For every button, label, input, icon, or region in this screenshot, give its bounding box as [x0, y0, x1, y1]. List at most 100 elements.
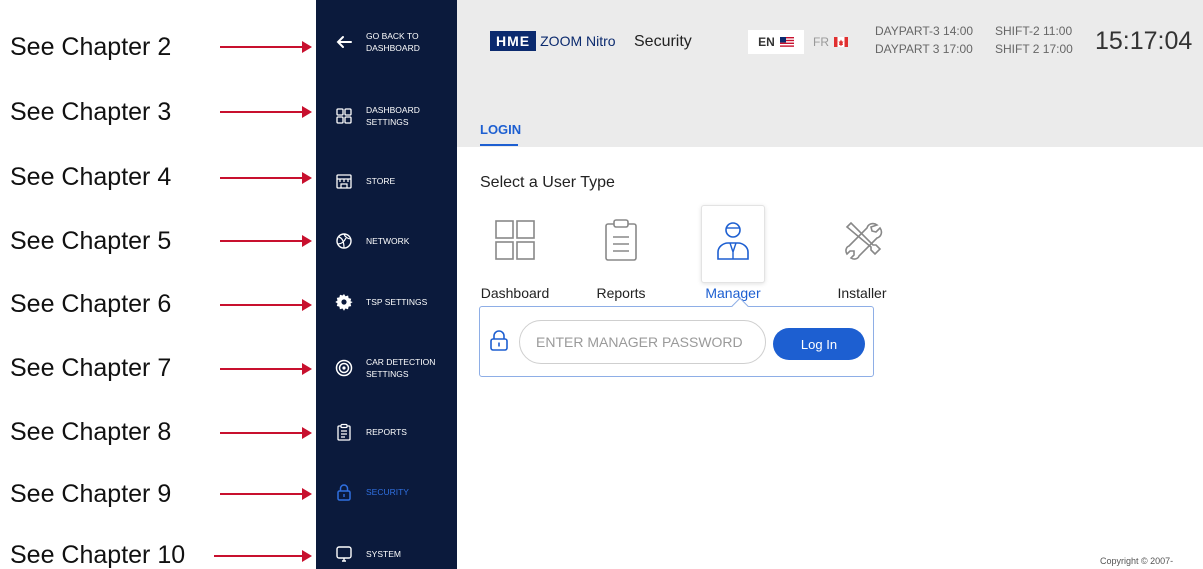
product-name: ZOOM Nitro: [540, 33, 616, 49]
sidebar-item-label: REPORTS: [366, 427, 407, 437]
user-type-label: Manager: [705, 285, 761, 301]
daypart-current: DAYPART-3 14:00: [875, 24, 974, 38]
language-fr-label: FR: [813, 35, 829, 49]
sidebar-item-system[interactable]: SYSTEM: [316, 534, 457, 569]
callout-label: See Chapter 6: [10, 289, 172, 318]
login-button[interactable]: Log In: [773, 328, 865, 360]
callout-arrow: [302, 172, 312, 184]
callout-arrow: [302, 427, 312, 439]
callout-line: [220, 240, 303, 242]
daypart-next: DAYPART 3 17:00: [875, 42, 973, 56]
sidebar: GO BACK TO DASHBOARD DASHBOARD SETTINGS …: [316, 0, 457, 569]
callout-chapter-5: See Chapter 5: [10, 226, 171, 256]
tab-active-indicator: [480, 144, 518, 146]
tab-login[interactable]: LOGIN: [480, 122, 521, 137]
sidebar-item-label: STORE: [366, 176, 396, 186]
main-content: HME ZOOM Nitro Security EN FR DAYPART-3 …: [457, 0, 1203, 569]
us-flag-icon: [779, 37, 794, 47]
globe-icon: [334, 231, 354, 251]
user-type-label: Dashboard: [480, 285, 550, 301]
sidebar-item-dashboard-settings[interactable]: DASHBOARD SETTINGS: [316, 96, 457, 136]
lock-icon: [334, 482, 354, 502]
section-title: Select a User Type: [480, 174, 615, 191]
user-type-reports[interactable]: Reports: [571, 205, 671, 305]
brand: HME ZOOM Nitro: [490, 31, 616, 51]
manager-login-panel: Log In: [479, 297, 874, 377]
sidebar-item-label: CAR DETECTION SETTINGS: [366, 357, 436, 379]
sidebar-item-network[interactable]: NETWORK: [316, 221, 457, 261]
language-en-button[interactable]: EN: [748, 30, 804, 54]
callout-chapter-8: See Chapter 8: [10, 417, 171, 447]
tools-icon: [839, 217, 885, 263]
user-type-label: Reports: [596, 285, 646, 301]
callout-chapter-9: See Chapter 9: [10, 479, 171, 509]
user-type-dashboard[interactable]: Dashboard: [465, 205, 565, 305]
callout-chapter-6: See Chapter 6: [10, 289, 171, 319]
callout-chapter-7: See Chapter 7: [10, 353, 171, 383]
gear-icon: [334, 292, 354, 312]
grid-icon: [334, 106, 354, 126]
user-type-label: Installer: [837, 285, 887, 301]
callout-arrow: [302, 550, 312, 562]
user-type-manager[interactable]: Manager: [683, 205, 783, 305]
shift-schedule: SHIFT-2 11:00 SHIFT 2 17:00: [995, 22, 1073, 58]
language-fr-button[interactable]: FR: [813, 30, 853, 54]
canada-flag-icon: [834, 37, 848, 47]
user-type-installer[interactable]: Installer: [812, 205, 912, 305]
callout-label: See Chapter 3: [10, 97, 172, 126]
sidebar-item-reports[interactable]: REPORTS: [316, 412, 457, 452]
callout-arrow: [302, 106, 312, 118]
manager-person-icon: [710, 217, 756, 263]
callout-chapter-4: See Chapter 4: [10, 162, 171, 192]
callout-label: See Chapter 5: [10, 226, 172, 255]
sidebar-item-label: SECURITY: [366, 487, 409, 497]
sidebar-item-label: SYSTEM: [366, 549, 401, 559]
hme-logo: HME: [490, 31, 537, 51]
language-en-label: EN: [758, 35, 775, 49]
callout-label: See Chapter 9: [10, 479, 172, 508]
sidebar-item-car-detection-settings[interactable]: CAR DETECTION SETTINGS: [316, 348, 457, 388]
callout-label: See Chapter 2: [10, 32, 172, 61]
callout-arrow: [302, 363, 312, 375]
header: HME ZOOM Nitro Security EN FR DAYPART-3 …: [457, 0, 1203, 147]
callout-label: See Chapter 4: [10, 162, 172, 191]
sidebar-item-go-back[interactable]: GO BACK TO DASHBOARD: [316, 22, 457, 62]
callout-chapter-3: See Chapter 3: [10, 97, 171, 127]
sidebar-item-store[interactable]: STORE: [316, 161, 457, 201]
callout-line: [220, 304, 303, 306]
sidebar-item-label: GO BACK TO DASHBOARD: [366, 31, 420, 53]
callout-arrow: [302, 41, 312, 53]
callout-line: [220, 177, 303, 179]
callout-line: [220, 493, 303, 495]
manager-password-input[interactable]: [519, 320, 766, 364]
shift-next: SHIFT 2 17:00: [995, 42, 1073, 56]
callout-arrow: [302, 299, 312, 311]
callout-line: [220, 368, 303, 370]
clock: 15:17:04: [1095, 27, 1193, 55]
monitor-icon: [334, 544, 354, 564]
arrow-left-icon: [334, 32, 354, 52]
callout-label: See Chapter 10: [10, 540, 186, 569]
callout-line: [214, 555, 303, 557]
callout-line: [220, 46, 303, 48]
callout-chapter-2: See Chapter 2: [10, 32, 171, 62]
callout-arrow: [302, 488, 312, 500]
sidebar-item-tsp-settings[interactable]: TSP SETTINGS: [316, 282, 457, 322]
page-title: Security: [634, 33, 692, 50]
callout-line: [220, 111, 303, 113]
store-icon: [334, 171, 354, 191]
sidebar-item-label: NETWORK: [366, 236, 410, 246]
sidebar-item-label: DASHBOARD SETTINGS: [366, 105, 420, 127]
lock-icon: [489, 330, 509, 352]
clipboard-icon: [598, 217, 644, 263]
callout-arrow: [302, 235, 312, 247]
callout-label: See Chapter 7: [10, 353, 172, 382]
radar-icon: [334, 358, 354, 378]
chapter-callouts: See Chapter 2 See Chapter 3 See Chapter …: [0, 0, 316, 569]
dashboard-grid-icon: [492, 217, 538, 263]
callout-line: [220, 432, 303, 434]
sidebar-item-label: TSP SETTINGS: [366, 297, 428, 307]
sidebar-item-security[interactable]: SECURITY: [316, 472, 457, 512]
clipboard-icon: [334, 422, 354, 442]
copyright: Copyright © 2007-: [1100, 556, 1174, 566]
